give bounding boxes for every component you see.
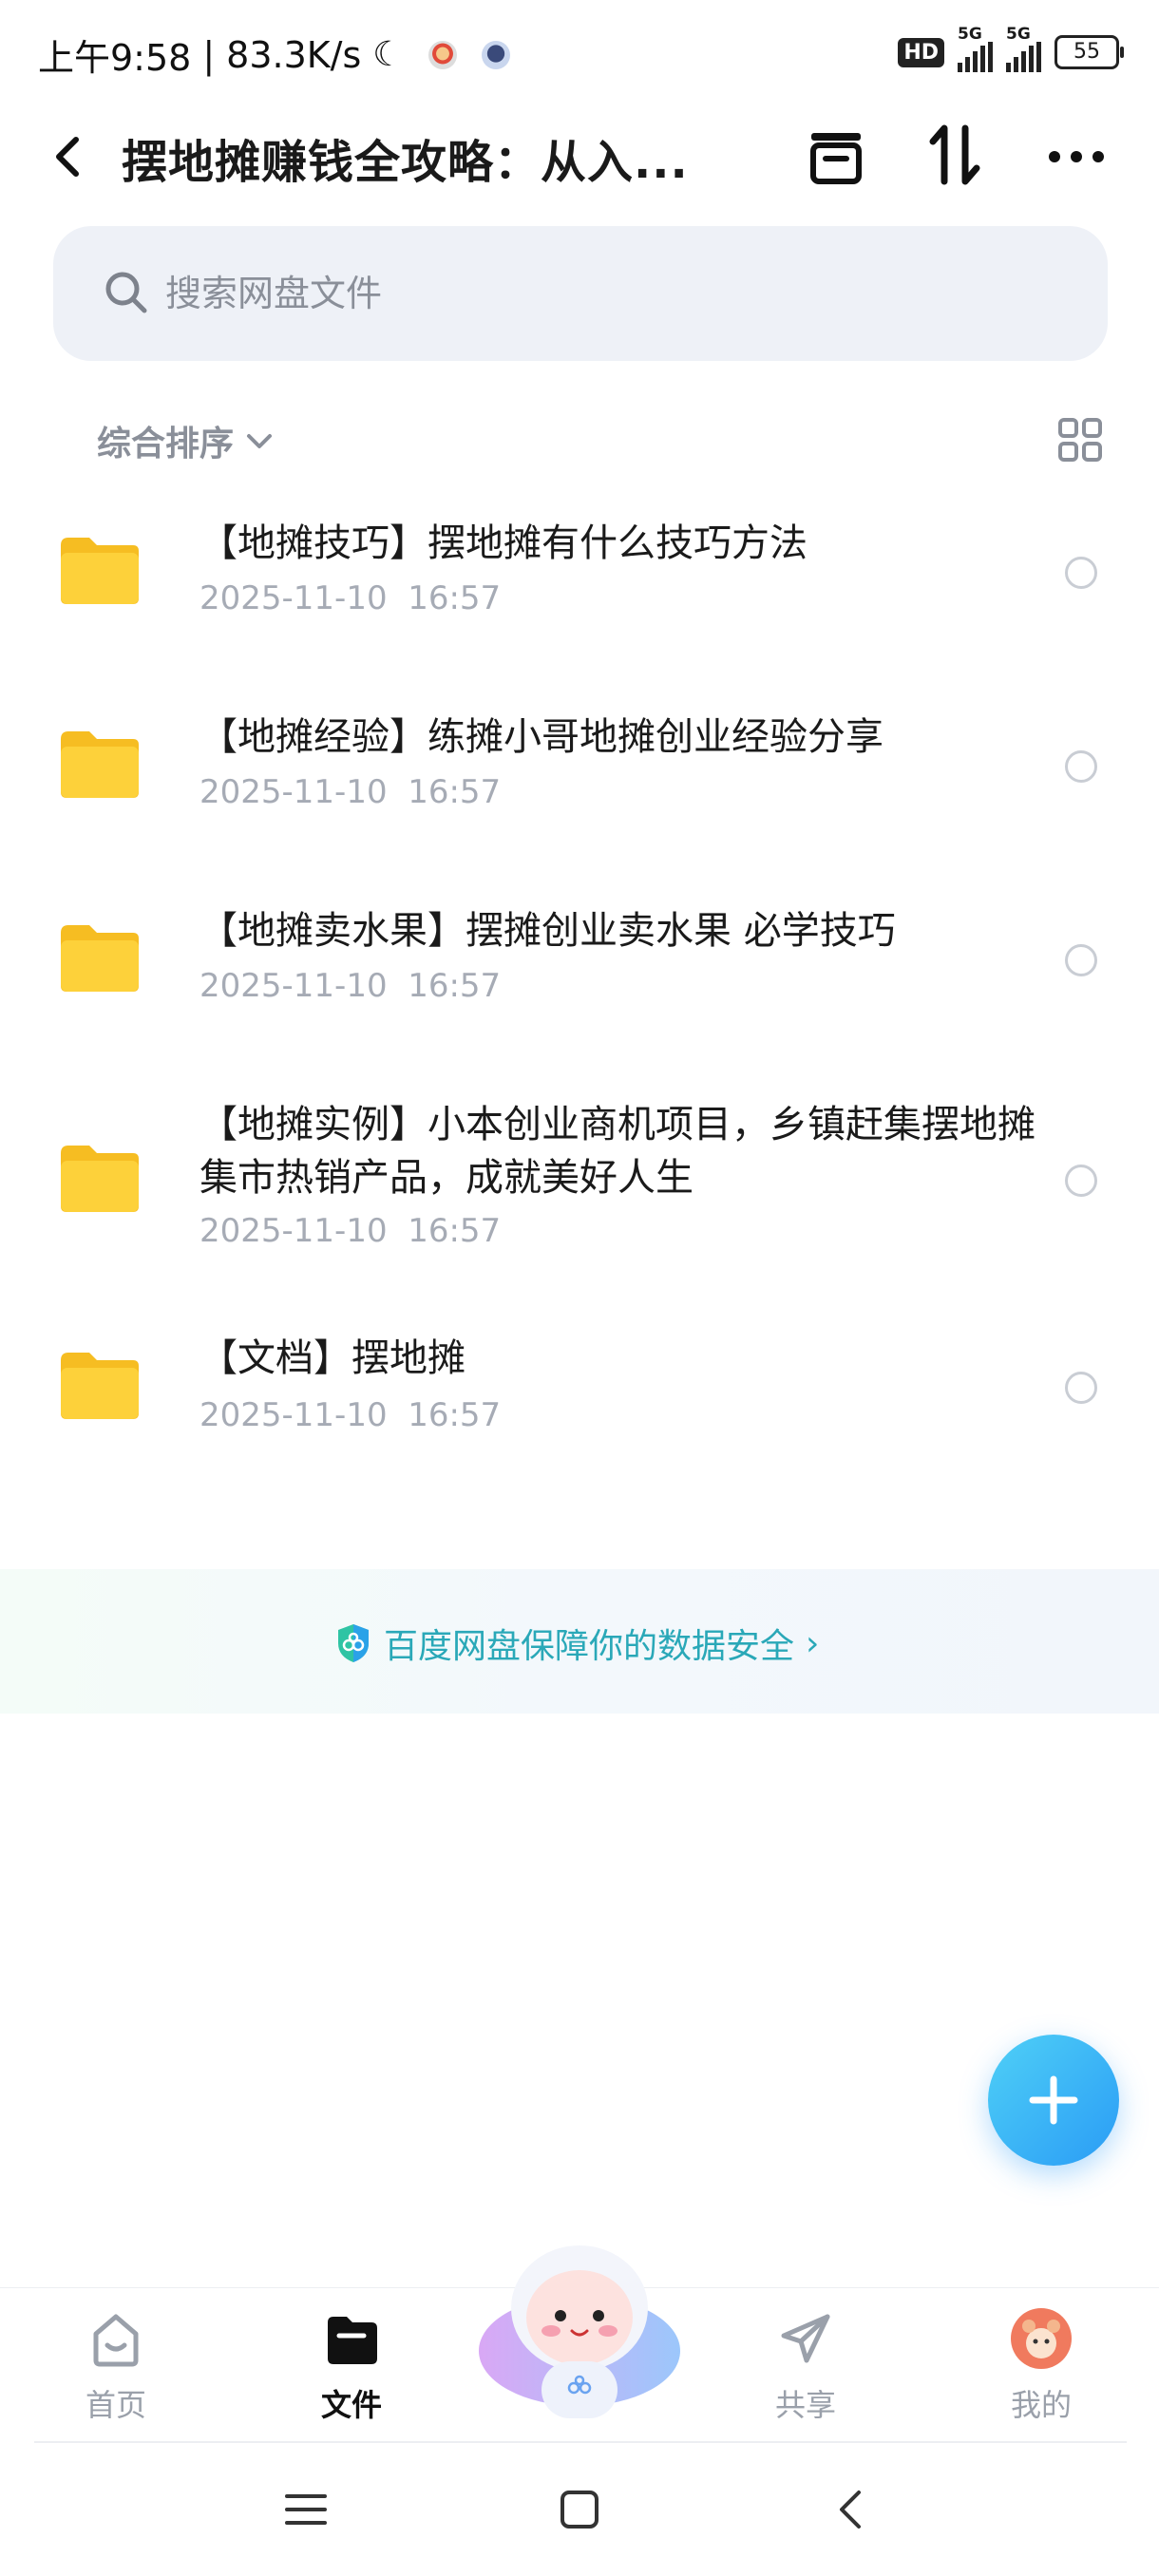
back-arrow-icon — [840, 2491, 861, 2529]
transfer-icon — [929, 124, 980, 185]
more-icon — [1049, 151, 1104, 162]
share-icon — [781, 2314, 830, 2363]
transfer-button[interactable] — [922, 117, 988, 193]
file-name: 【地摊技巧】摆地摊有什么技巧方法 — [200, 521, 808, 565]
nav-item-home[interactable]: 首页 — [40, 2288, 192, 2444]
chevron-down-icon — [247, 434, 273, 448]
file-date: 2025-11-10 16:57 — [200, 967, 502, 1005]
list-item[interactable]: 【地摊经验】练摊小哥地摊创业经验分享 2025-11-10 16:57 — [0, 669, 1159, 840]
archive-button[interactable] — [803, 117, 869, 193]
sort-dropdown[interactable]: 综合排序 — [97, 416, 276, 465]
search-bar[interactable] — [53, 226, 1108, 361]
chevron-right-icon: › — [806, 1623, 820, 1663]
status-left: 上午9:58 | 83.3K/s ☾ — [38, 28, 510, 81]
nav-label: 首页 — [85, 2387, 146, 2423]
file-date: 2025-11-10 16:57 — [200, 1212, 502, 1250]
add-button[interactable] — [988, 2035, 1119, 2166]
hd-icon: HD — [898, 37, 944, 67]
list-item[interactable]: 【文档】摆地摊 2025-11-10 16:57 — [0, 1311, 1159, 1463]
nav-label: 共享 — [774, 2387, 836, 2423]
system-nav-bar — [0, 2443, 1159, 2576]
home-button[interactable] — [551, 2481, 608, 2538]
folder-icon — [61, 731, 139, 798]
recent-apps-button[interactable] — [277, 2481, 334, 2538]
home-icon — [93, 2314, 139, 2367]
file-date: 2025-11-10 16:57 — [200, 1396, 502, 1434]
folder-icon — [61, 1353, 139, 1419]
status-right: HD 5G 5G 55 — [898, 25, 1124, 72]
nav-label: 文件 — [320, 2387, 382, 2423]
plus-icon — [1029, 2075, 1078, 2125]
file-name: 【地摊经验】练摊小哥地摊创业经验分享 — [200, 715, 884, 759]
search-input[interactable] — [163, 264, 1022, 323]
app-screen: 上午9:58 | 83.3K/s ☾ HD 5G 5G 55 摆地摊赚钱全攻略：… — [0, 0, 1159, 2576]
list-item[interactable]: 【地摊技巧】摆地摊有什么技巧方法 2025-11-10 16:57 — [0, 475, 1159, 646]
nav-item-files[interactable]: 文件 — [276, 2288, 428, 2444]
select-checkbox[interactable] — [1065, 557, 1097, 589]
avatar-icon — [1011, 2308, 1072, 2369]
notification-app-icon — [428, 40, 457, 69]
nav-label: 我的 — [1010, 2387, 1072, 2423]
status-time: 上午9:58 — [38, 37, 192, 79]
file-date: 2025-11-10 16:57 — [200, 773, 502, 811]
nav-item-profile[interactable]: 我的 — [965, 2288, 1117, 2444]
shield-icon — [338, 1624, 369, 1662]
folder-icon — [61, 1146, 139, 1212]
page-title: 摆地摊赚钱全攻略：从入... — [122, 136, 689, 189]
back-button[interactable] — [46, 128, 93, 185]
network-speed: 83.3K/s — [226, 33, 362, 76]
folder-icon — [328, 2317, 377, 2364]
archive-icon — [810, 133, 862, 184]
list-item[interactable]: 【地摊卖水果】摆摊创业卖水果 必学技巧 2025-11-10 16:57 — [0, 862, 1159, 1033]
grid-view-toggle[interactable] — [1056, 416, 1104, 464]
menu-icon — [285, 2494, 327, 2525]
mascot-icon — [479, 2245, 680, 2418]
system-back-button[interactable] — [823, 2481, 880, 2538]
file-name: 【地摊卖水果】摆摊创业卖水果 必学技巧 — [200, 909, 896, 953]
notification-avatar-icon — [481, 40, 510, 69]
nav-item-share[interactable]: 共享 — [730, 2288, 882, 2444]
file-name: 【地摊实例】小本创业商机项目，乡镇赶集摆地摊集市热销产品，成就美好人生 — [200, 1103, 1036, 1200]
ai-assistant-button[interactable] — [475, 2232, 684, 2422]
select-checkbox[interactable] — [1065, 1372, 1097, 1404]
sort-label: 综合排序 — [97, 425, 235, 464]
header: 摆地摊赚钱全攻略：从入... — [0, 109, 1159, 204]
list-item[interactable]: 【地摊实例】小本创业商机项目，乡镇赶集摆地摊集市热销产品，成就美好人生 2025… — [0, 1073, 1159, 1282]
more-button[interactable] — [1043, 128, 1110, 185]
moon-icon: ☾ — [372, 35, 404, 74]
file-name: 【文档】摆地摊 — [200, 1336, 466, 1380]
signal-icon-2: 5G — [1006, 25, 1041, 72]
search-icon — [105, 272, 147, 313]
back-arrow-icon — [56, 137, 79, 177]
status-bar: 上午9:58 | 83.3K/s ☾ HD 5G 5G 55 — [0, 0, 1159, 104]
security-text: 百度网盘保障你的数据安全 — [384, 1627, 795, 1666]
security-banner-content: 百度网盘保障你的数据安全 › — [334, 1619, 819, 1668]
select-checkbox[interactable] — [1065, 750, 1097, 783]
folder-icon — [61, 538, 139, 604]
select-checkbox[interactable] — [1065, 1165, 1097, 1197]
signal-icon: 5G — [958, 25, 993, 72]
security-banner[interactable]: 百度网盘保障你的数据安全 › — [0, 1569, 1159, 1714]
grid-icon — [1058, 418, 1102, 462]
select-checkbox[interactable] — [1065, 944, 1097, 976]
battery-icon: 55 — [1054, 35, 1124, 69]
status-separator: | — [202, 33, 216, 76]
file-date: 2025-11-10 16:57 — [200, 579, 502, 617]
square-icon — [560, 2491, 598, 2529]
folder-icon — [61, 925, 139, 992]
